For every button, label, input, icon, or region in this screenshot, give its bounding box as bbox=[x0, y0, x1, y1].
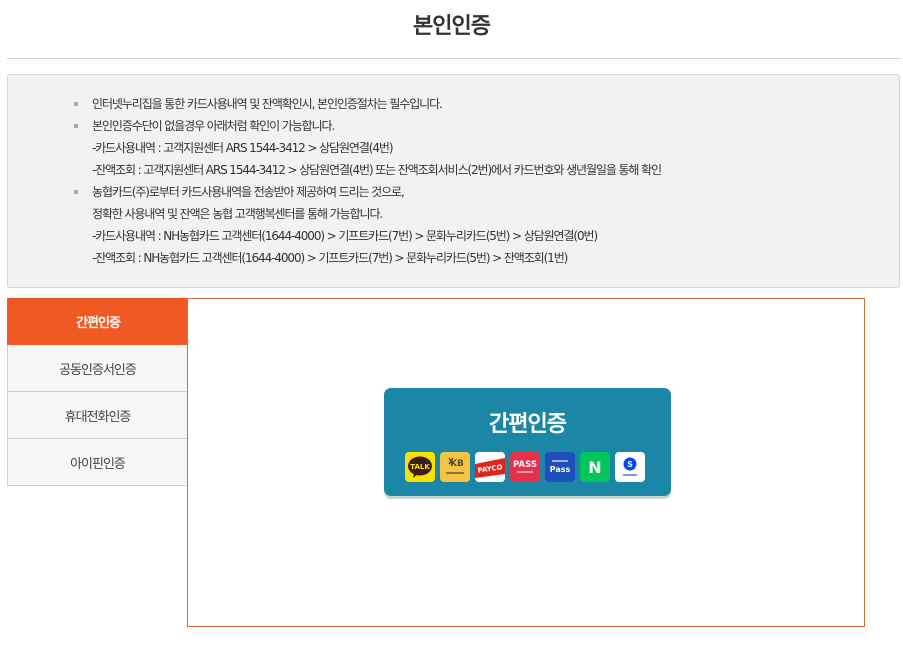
bullet-icon bbox=[74, 190, 78, 194]
notice-line: 인터넷누리집을 통한 카드사용내역 및 잔액확인시, 본인인증절차는 필수입니다… bbox=[92, 97, 443, 111]
title-divider bbox=[7, 58, 900, 59]
naver-icon: N bbox=[580, 452, 610, 482]
notice-line: -카드사용내역 : 고객지원센터 ARS 1544-3412 > 상담원연결(4… bbox=[92, 141, 394, 155]
notice-box: 인터넷누리집을 통한 카드사용내역 및 잔액확인시, 본인인증절차는 필수입니다… bbox=[7, 74, 900, 288]
pass-icon: PASS bbox=[510, 452, 540, 482]
kakao-talk-label: TALK bbox=[410, 463, 430, 471]
bullet-icon bbox=[74, 102, 78, 106]
simple-auth-button[interactable]: 간편인증 TALK KB PAYCO PASS Pass N S bbox=[384, 388, 671, 496]
notice-line: 농협카드(주)로부터 카드사용내역을 전송받아 제공하여 드리는 것으로, bbox=[92, 185, 405, 199]
auth-method-tabs: 간편인증 공동인증서인증 휴대전화인증 아이핀인증 bbox=[7, 298, 188, 486]
samsung-pass-label: Pass bbox=[550, 465, 571, 474]
tab-mobile-phone-auth[interactable]: 휴대전화인증 bbox=[7, 392, 188, 439]
tab-simple-auth[interactable]: 간편인증 bbox=[7, 298, 188, 345]
notice-line: -카드사용내역 : NH농협카드 고객센터(1644-4000) > 기프트카드… bbox=[92, 229, 598, 243]
notice-line: -잔액조회 : NH농협카드 고객센터(1644-4000) > 기프트카드(7… bbox=[92, 251, 568, 265]
naver-label: N bbox=[588, 458, 601, 477]
tab-certificate-auth[interactable]: 공동인증서인증 bbox=[7, 345, 188, 392]
kakao-talk-icon: TALK bbox=[405, 452, 435, 482]
pass-label: PASS bbox=[513, 460, 537, 470]
bullet-icon bbox=[74, 124, 78, 128]
notice-line: 본인인증수단이 없을경우 아래처럼 확인이 가능합니다. bbox=[92, 119, 335, 133]
payco-icon: PAYCO bbox=[475, 452, 505, 482]
tab-ipin-auth[interactable]: 아이핀인증 bbox=[7, 439, 188, 486]
simple-auth-title: 간편인증 bbox=[489, 412, 567, 437]
shinhan-bank-icon: S bbox=[615, 452, 645, 482]
notice-line: 정확한 사용내역 및 잔액은 농협 고객행복센터를 통해 가능합니다. bbox=[92, 207, 383, 221]
notice-line: -잔액조회 : 고객지원센터 ARS 1544-3412 > 상담원연결(4번)… bbox=[92, 163, 662, 177]
shinhan-bank-label: S bbox=[627, 460, 633, 469]
samsung-pass-icon: Pass bbox=[545, 452, 575, 482]
kb-bank-label: KB bbox=[450, 459, 464, 469]
page-title: 본인인증 bbox=[413, 14, 491, 39]
kb-bank-icon: KB bbox=[440, 452, 470, 482]
provider-logo-row: TALK KB PAYCO PASS Pass N S bbox=[405, 452, 645, 482]
